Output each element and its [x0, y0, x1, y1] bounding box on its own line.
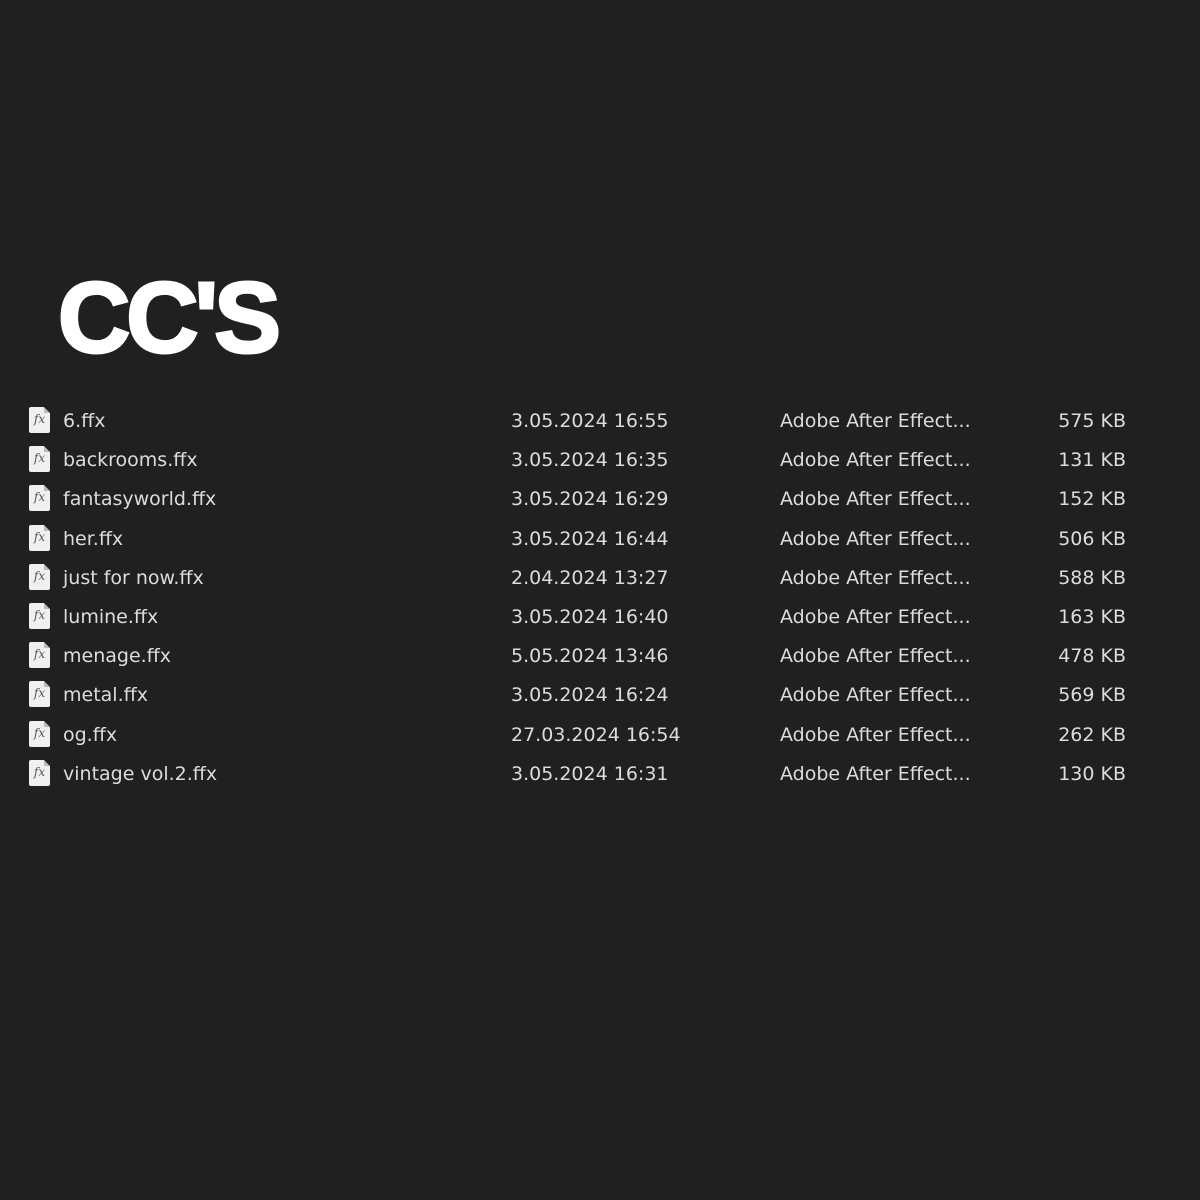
- file-row[interactable]: fx vintage vol.2.ffx 3.05.2024 16:31 Ado…: [0, 756, 1200, 795]
- file-type: Adobe After Effect...: [780, 449, 971, 472]
- file-size: 506 KB: [1058, 527, 1126, 550]
- file-row[interactable]: fx metal.ffx 3.05.2024 16:24 Adobe After…: [0, 677, 1200, 716]
- file-type: Adobe After Effect...: [780, 527, 971, 550]
- file-date-modified: 27.03.2024 16:54: [511, 723, 681, 746]
- ffx-file-icon: fx: [29, 602, 50, 629]
- file-name: 6.ffx: [63, 410, 106, 432]
- ffx-file-icon: fx: [29, 485, 50, 512]
- file-size: 575 KB: [1058, 410, 1126, 432]
- file-name: backrooms.ffx: [63, 449, 198, 472]
- file-name: fantasyworld.ffx: [63, 488, 217, 511]
- file-size: 478 KB: [1058, 645, 1126, 668]
- file-type: Adobe After Effect...: [780, 410, 971, 432]
- file-row[interactable]: fx lumine.ffx 3.05.2024 16:40 Adobe Afte…: [0, 599, 1200, 638]
- file-row[interactable]: fx just for now.ffx 2.04.2024 13:27 Adob…: [0, 560, 1200, 599]
- file-type: Adobe After Effect...: [780, 684, 971, 707]
- file-date-modified: 3.05.2024 16:55: [511, 410, 669, 432]
- file-date-modified: 3.05.2024 16:29: [511, 488, 669, 511]
- ffx-file-icon: fx: [29, 407, 50, 433]
- file-type: Adobe After Effect...: [780, 605, 971, 628]
- ffx-file-icon: fx: [29, 720, 50, 747]
- ffx-file-icon: fx: [29, 759, 50, 786]
- file-date-modified: 3.05.2024 16:40: [511, 605, 669, 628]
- file-name: her.ffx: [63, 527, 124, 550]
- ffx-file-icon: fx: [29, 563, 50, 590]
- file-size: 569 KB: [1058, 684, 1126, 707]
- file-date-modified: 3.05.2024 16:35: [511, 449, 669, 472]
- ffx-file-icon: fx: [29, 681, 50, 708]
- file-size: 163 KB: [1058, 605, 1126, 628]
- file-date-modified: 3.05.2024 16:31: [511, 762, 669, 785]
- file-size: 262 KB: [1058, 723, 1126, 746]
- file-size: 152 KB: [1058, 488, 1126, 511]
- file-name: og.ffx: [63, 723, 118, 746]
- file-name: just for now.ffx: [63, 566, 204, 589]
- file-type: Adobe After Effect...: [780, 488, 971, 511]
- file-name: menage.ffx: [63, 645, 172, 668]
- file-row[interactable]: fx backrooms.ffx 3.05.2024 16:35 Adobe A…: [0, 442, 1200, 481]
- file-type: Adobe After Effect...: [780, 762, 971, 785]
- file-row[interactable]: fx og.ffx 27.03.2024 16:54 Adobe After E…: [0, 717, 1200, 756]
- file-list: fx 6.ffx 3.05.2024 16:55 Adobe After Eff…: [0, 403, 1200, 795]
- file-date-modified: 5.05.2024 13:46: [511, 645, 669, 668]
- file-name: lumine.ffx: [63, 605, 159, 628]
- page-title: CC'S: [57, 262, 283, 374]
- file-date-modified: 3.05.2024 16:44: [511, 527, 669, 550]
- ffx-file-icon: fx: [29, 524, 50, 551]
- file-name: vintage vol.2.ffx: [63, 762, 218, 785]
- file-row[interactable]: fx fantasyworld.ffx 3.05.2024 16:29 Adob…: [0, 481, 1200, 520]
- file-size: 588 KB: [1058, 566, 1126, 589]
- file-row[interactable]: fx her.ffx 3.05.2024 16:44 Adobe After E…: [0, 521, 1200, 560]
- file-row[interactable]: fx 6.ffx 3.05.2024 16:55 Adobe After Eff…: [0, 403, 1200, 442]
- ffx-file-icon: fx: [29, 642, 50, 669]
- file-type: Adobe After Effect...: [780, 723, 971, 746]
- file-type: Adobe After Effect...: [780, 645, 971, 668]
- file-row[interactable]: fx menage.ffx 5.05.2024 13:46 Adobe Afte…: [0, 638, 1200, 677]
- file-size: 130 KB: [1058, 762, 1126, 785]
- file-size: 131 KB: [1058, 449, 1126, 472]
- file-date-modified: 3.05.2024 16:24: [511, 684, 669, 707]
- file-type: Adobe After Effect...: [780, 566, 971, 589]
- ffx-file-icon: fx: [29, 446, 50, 473]
- file-name: metal.ffx: [63, 684, 148, 707]
- file-date-modified: 2.04.2024 13:27: [511, 566, 669, 589]
